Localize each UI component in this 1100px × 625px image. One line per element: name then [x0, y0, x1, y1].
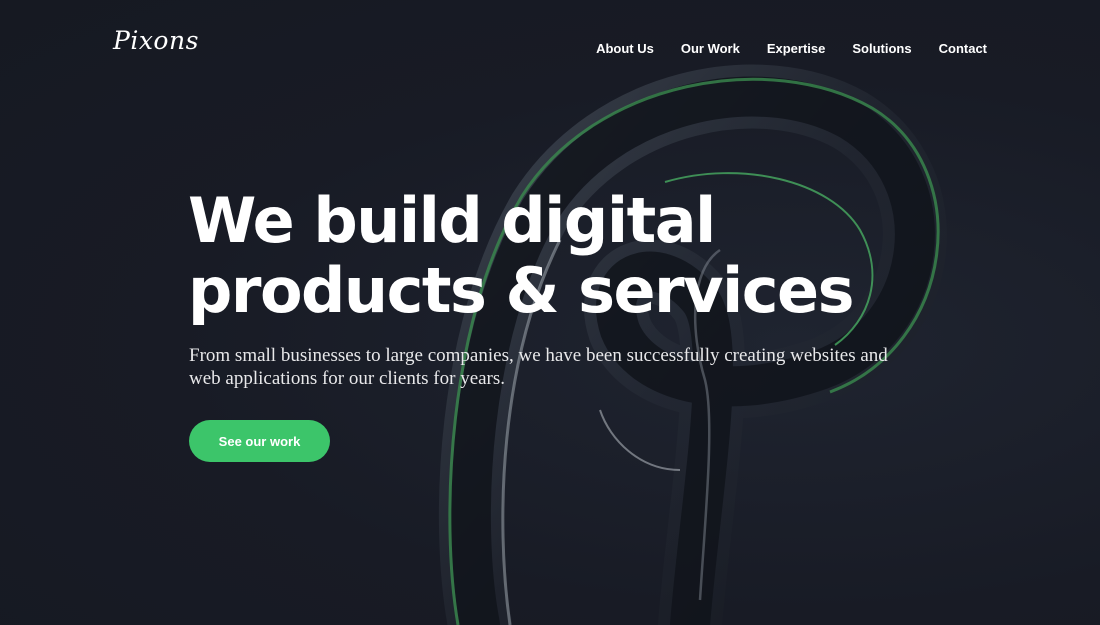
nav-link-about-us[interactable]: About Us — [596, 41, 654, 56]
nav-link-our-work[interactable]: Our Work — [681, 41, 740, 56]
hero-headline-line-2: products & services — [188, 254, 855, 327]
site-logo[interactable]: Pixons — [113, 26, 199, 55]
hero-headline-line-1: We build digital — [188, 184, 716, 257]
hero-headline: We build digital products & services — [188, 186, 908, 326]
main-navigation: About Us Our Work Expertise Solutions Co… — [596, 41, 987, 56]
nav-link-expertise[interactable]: Expertise — [767, 41, 826, 56]
nav-link-solutions[interactable]: Solutions — [852, 41, 911, 56]
hero-subtext: From small businesses to large companies… — [189, 345, 888, 389]
nav-link-contact[interactable]: Contact — [939, 41, 987, 56]
see-our-work-button[interactable]: See our work — [189, 420, 330, 462]
